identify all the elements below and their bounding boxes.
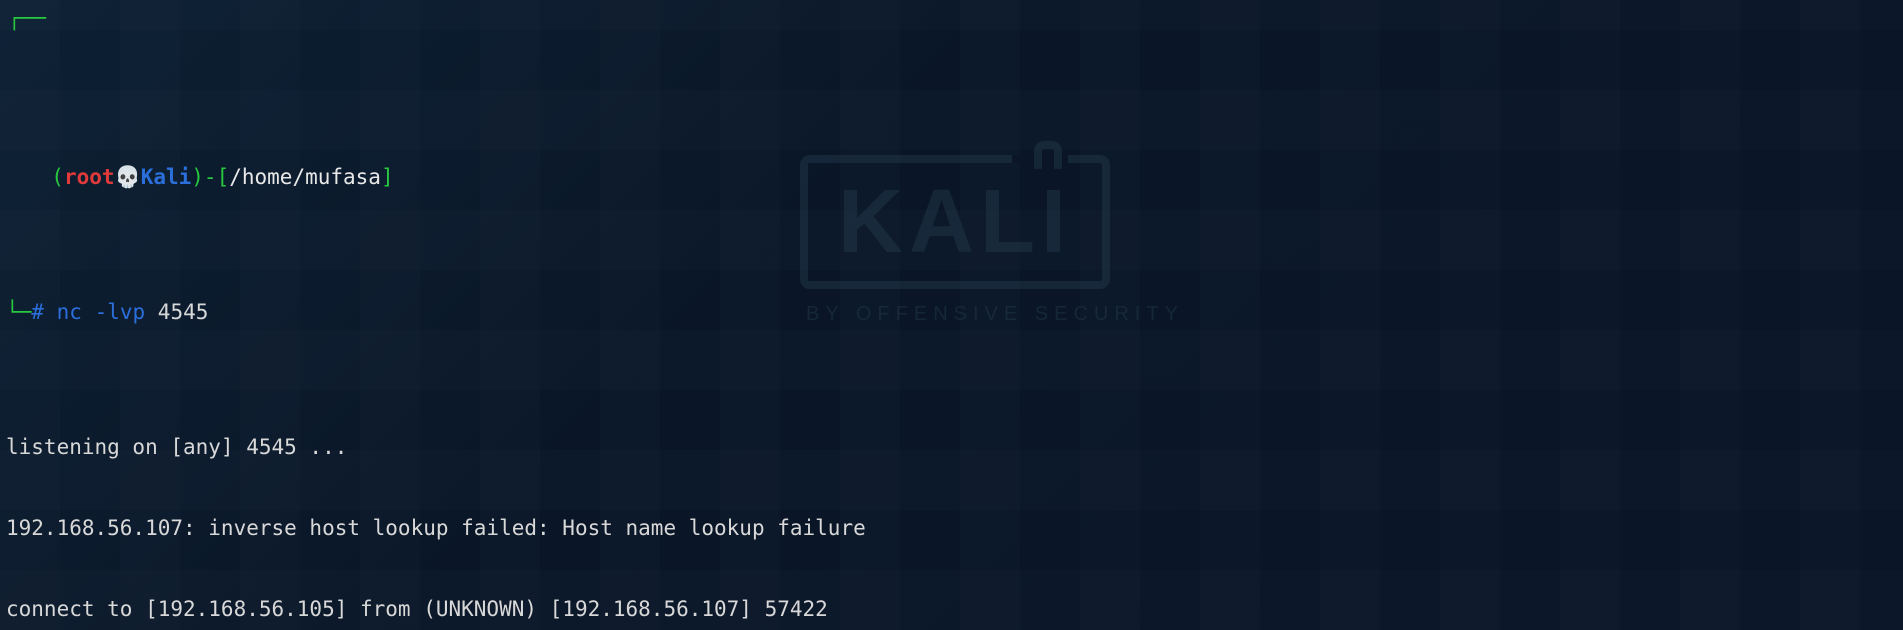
skull-icon: 💀	[115, 165, 141, 189]
prompt-path: /home/mufasa	[229, 165, 381, 189]
prompt-tree-top-glyph: ┌──	[8, 5, 46, 32]
prompt-dash: -	[204, 165, 217, 189]
cmd-flags: -lvp	[95, 300, 146, 324]
prompt-host: Kali	[141, 165, 192, 189]
cmd-name: nc	[57, 300, 82, 324]
prompt-close-bracket: ]	[381, 165, 394, 189]
prompt-open-bracket: [	[217, 165, 230, 189]
prompt-hash: #	[31, 300, 44, 324]
prompt-tree-corner: └─	[6, 300, 31, 324]
output-line-1: listening on [any] 4545 ...	[6, 434, 1897, 461]
prompt-line-1: (root💀Kali)-[/home/mufasa]	[6, 164, 1897, 191]
cmd-port: 4545	[158, 300, 209, 324]
output-line-3: connect to [192.168.56.105] from (UNKNOW…	[6, 596, 1897, 623]
prompt-close-paren: )	[191, 165, 204, 189]
terminal[interactable]: ┌── (root💀Kali)-[/home/mufasa] └─# nc -l…	[0, 0, 1903, 630]
prompt-open-paren: (	[51, 165, 64, 189]
prompt-user: root	[64, 165, 115, 189]
prompt-line-2: └─# nc -lvp 4545	[6, 299, 1897, 326]
output-line-2: 192.168.56.107: inverse host lookup fail…	[6, 515, 1897, 542]
